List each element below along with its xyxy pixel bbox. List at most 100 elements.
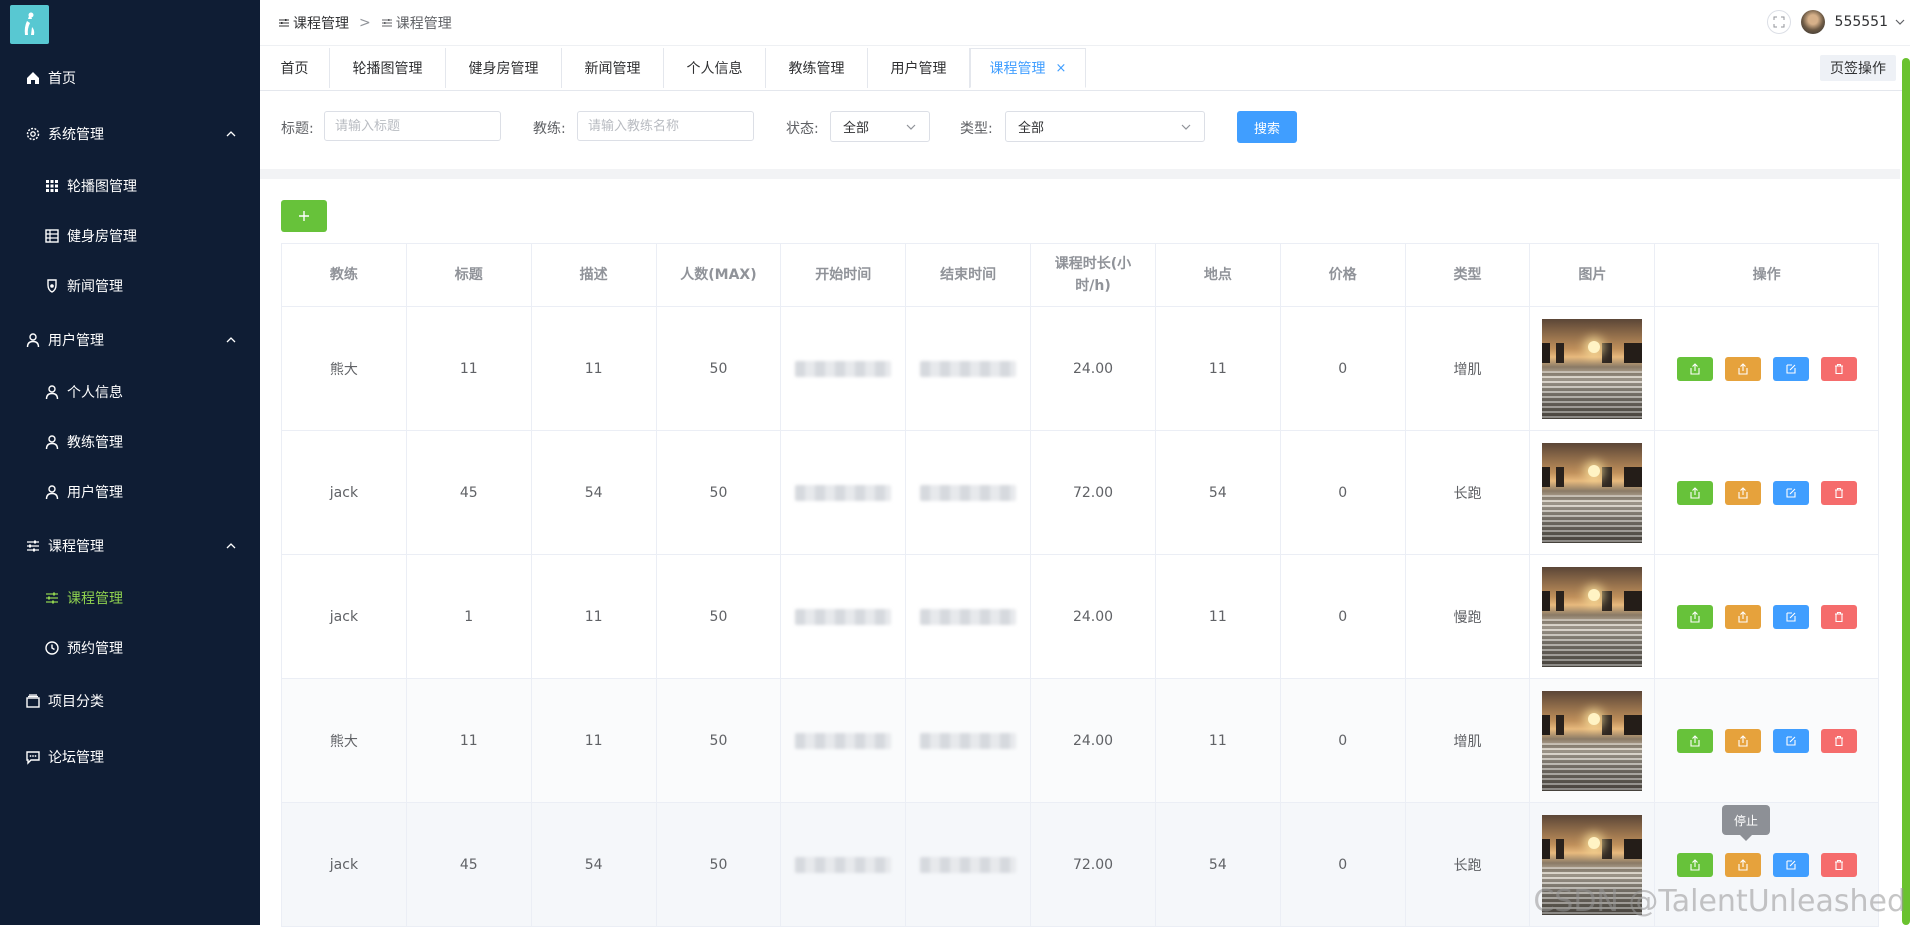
sidebar-item-gym[interactable]: 健身房管理 [0, 216, 260, 256]
fullscreen-icon [1773, 16, 1785, 28]
trash-icon [1834, 735, 1843, 746]
sidebar-item-label: 健身房管理 [67, 229, 137, 245]
cell-actions [1655, 555, 1878, 678]
edit-button[interactable] [1772, 728, 1809, 753]
user-icon [43, 433, 61, 451]
sidebar-item-label: 预约管理 [67, 641, 123, 657]
tab-users[interactable]: 用户管理 [868, 48, 970, 88]
chevron-up-icon [226, 131, 236, 137]
sidebar-item-profile[interactable]: 个人信息 [0, 372, 260, 412]
stop-tooltip: 停止 [1722, 805, 1770, 841]
stop-button[interactable] [1724, 480, 1761, 505]
sidebar-item-label: 轮播图管理 [67, 179, 137, 195]
tab-news[interactable]: 新闻管理 [562, 48, 664, 88]
cell-coach: 熊大 [282, 679, 407, 802]
tab-course[interactable]: 课程管理 × [970, 48, 1086, 88]
home-icon [24, 69, 42, 87]
sidebar-item-forum[interactable]: 论坛管理 [0, 737, 260, 777]
cell-start-time [781, 555, 907, 678]
sidebar-item-system[interactable]: 系统管理 [0, 114, 260, 154]
status-select[interactable]: 全部 [830, 111, 930, 142]
search-button[interactable]: 搜索 [1237, 111, 1297, 143]
cell-duration: 24.00 [1031, 555, 1156, 678]
sidebar-item-course-group[interactable]: 课程管理 [0, 526, 260, 566]
export-icon [1738, 486, 1748, 499]
export-icon [1738, 362, 1748, 375]
delete-button[interactable] [1820, 852, 1857, 877]
username[interactable]: 555551 [1835, 14, 1888, 30]
table-header: 教练 标题 描述 人数(MAX) 开始时间 结束时间 课程时长(小时/h) 地点… [282, 244, 1878, 307]
trash-icon [1834, 487, 1843, 498]
tab-gym[interactable]: 健身房管理 [446, 48, 562, 88]
redacted-value [920, 360, 1017, 377]
chevron-down-icon [906, 124, 916, 130]
sidebar-item-home[interactable]: 首页 [0, 58, 260, 98]
start-button[interactable] [1676, 604, 1713, 629]
table-row[interactable]: jack 45 54 50 72.00 54 0 长跑 [282, 431, 1878, 555]
tab-home[interactable]: 首页 [260, 48, 330, 88]
edit-button[interactable] [1772, 356, 1809, 381]
tab-profile[interactable]: 个人信息 [664, 48, 766, 88]
edit-icon [1786, 859, 1796, 870]
chevron-down-icon[interactable] [1894, 16, 1906, 28]
title-search-input[interactable] [324, 111, 501, 141]
course-image[interactable] [1542, 318, 1643, 419]
column-header: 类型 [1406, 244, 1531, 306]
cell-end-time [906, 679, 1032, 802]
close-icon[interactable]: × [1056, 61, 1067, 76]
sidebar-item-coach[interactable]: 教练管理 [0, 422, 260, 462]
export-icon [1690, 610, 1700, 623]
tab-carousel[interactable]: 轮播图管理 [330, 48, 446, 88]
edit-button[interactable] [1772, 604, 1809, 629]
delete-button[interactable] [1820, 728, 1857, 753]
cell-end-time [906, 307, 1032, 430]
sidebar-item-users[interactable]: 用户管理 [0, 472, 260, 512]
delete-button[interactable] [1820, 480, 1857, 505]
sidebar: 首页 系统管理 轮播图管理 健身房管理 新闻管理 用户管理 个人信息 教练管理 … [0, 0, 260, 925]
sidebar-item-booking[interactable]: 预约管理 [0, 628, 260, 668]
stop-button[interactable] [1724, 604, 1761, 629]
sidebar-item-carousel[interactable]: 轮播图管理 [0, 166, 260, 206]
course-image[interactable] [1542, 566, 1643, 667]
cell-start-time [781, 431, 907, 554]
sidebar-item-news[interactable]: 新闻管理 [0, 266, 260, 306]
export-icon [1690, 734, 1700, 747]
tab-ops-button[interactable]: 页签操作 [1820, 55, 1896, 81]
course-image[interactable] [1542, 690, 1643, 791]
course-image[interactable] [1542, 442, 1643, 543]
cell-actions [1655, 431, 1878, 554]
breadcrumb: 课程管理 > 课程管理 [278, 13, 452, 33]
edit-button[interactable] [1772, 852, 1809, 877]
scrollbar[interactable] [1902, 58, 1910, 925]
app-logo[interactable] [10, 5, 49, 44]
table-row[interactable]: 熊大 11 11 50 24.00 11 0 增肌 [282, 679, 1878, 803]
stop-button[interactable] [1724, 728, 1761, 753]
type-select[interactable]: 全部 [1005, 111, 1205, 142]
avatar[interactable] [1800, 10, 1825, 34]
cell-duration: 24.00 [1031, 679, 1156, 802]
start-button[interactable] [1676, 728, 1713, 753]
sidebar-item-category[interactable]: 项目分类 [0, 681, 260, 721]
delete-button[interactable] [1820, 356, 1857, 381]
stop-button[interactable] [1724, 356, 1761, 381]
coach-search-input[interactable] [577, 111, 754, 141]
fullscreen-button[interactable] [1766, 10, 1791, 34]
delete-button[interactable] [1820, 604, 1857, 629]
sidebar-item-user-mgmt[interactable]: 用户管理 [0, 320, 260, 360]
edit-button[interactable] [1772, 480, 1809, 505]
breadcrumb-item[interactable]: 课程管理 [278, 13, 349, 33]
table-row[interactable]: jack 1 11 50 24.00 11 0 慢跑 [282, 555, 1878, 679]
sidebar-item-course[interactable]: 课程管理 [0, 578, 260, 618]
start-button[interactable] [1676, 852, 1713, 877]
tab-coach[interactable]: 教练管理 [766, 48, 868, 88]
course-table: 教练 标题 描述 人数(MAX) 开始时间 结束时间 课程时长(小时/h) 地点… [281, 243, 1879, 927]
start-button[interactable] [1676, 356, 1713, 381]
redacted-value [920, 856, 1017, 873]
start-button[interactable] [1676, 480, 1713, 505]
stop-button[interactable] [1724, 852, 1761, 877]
add-course-button[interactable] [281, 200, 327, 232]
cell-price: 0 [1281, 679, 1406, 802]
cell-title: 45 [407, 431, 532, 554]
table-row[interactable]: 熊大 11 11 50 24.00 11 0 增肌 [282, 307, 1878, 431]
export-icon [1690, 362, 1700, 375]
